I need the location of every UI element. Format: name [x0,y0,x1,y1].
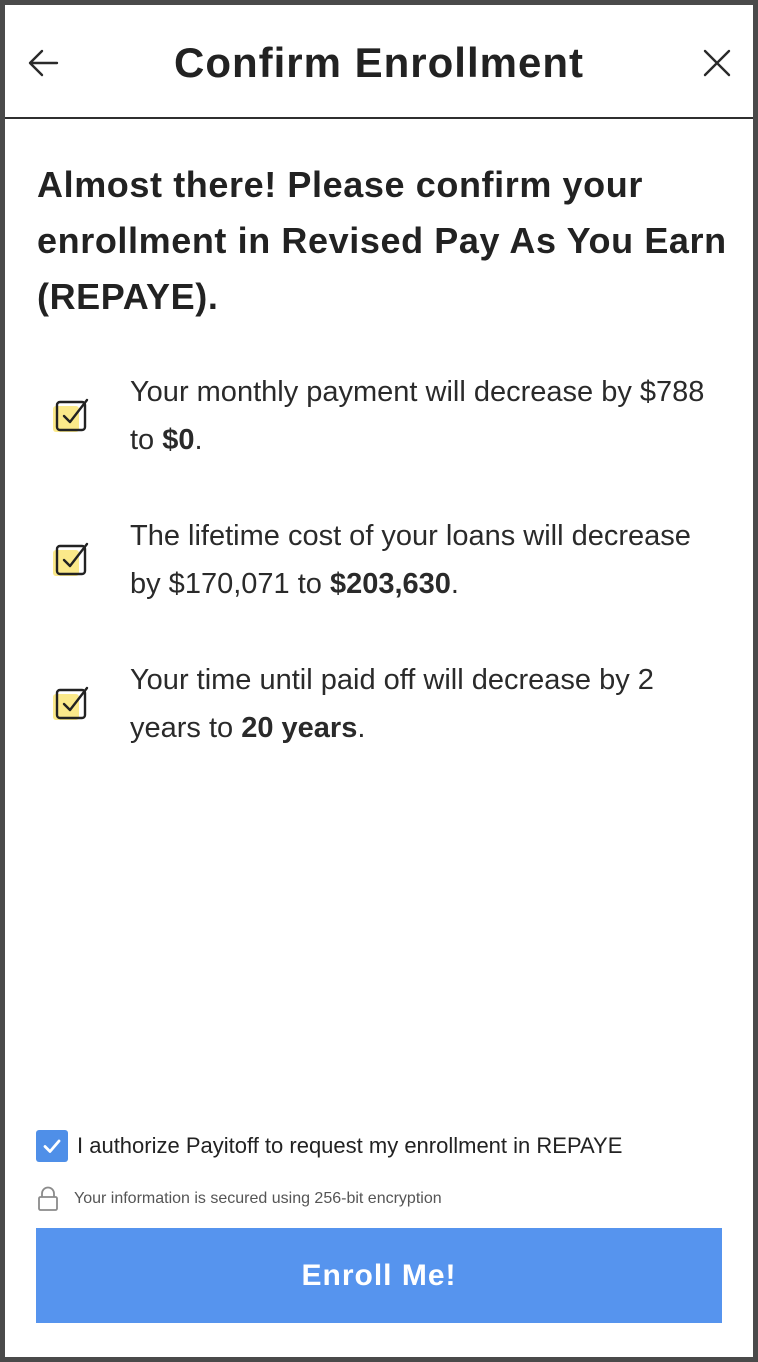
checkmark-icon [43,1139,61,1153]
benefit-value: $0 [162,424,195,456]
security-notice: Your information is secured using 256-bi… [37,1185,442,1213]
benefit-text: Your time until paid off will decrease b… [130,656,710,752]
close-icon [703,49,731,77]
benefit-value: 20 years [241,712,358,744]
benefit-value: $203,630 [329,568,451,600]
benefit-suffix: . [194,424,203,456]
modal-header: Confirm Enrollment [5,5,753,119]
checklist-check-icon [53,398,89,432]
benefit-description: Your time until paid off will decrease b… [130,664,654,744]
benefit-text: The lifetime cost of your loans will dec… [130,512,710,608]
close-button[interactable] [695,41,739,85]
checklist-check-icon [53,542,89,576]
authorization-label[interactable]: I authorize Payitoff to request my enrol… [77,1133,622,1159]
benefit-text: Your monthly payment will decrease by $7… [130,368,710,464]
authorization-row: I authorize Payitoff to request my enrol… [36,1129,622,1163]
enroll-button[interactable]: Enroll Me! [36,1228,722,1323]
enrollment-modal: Confirm Enrollment Almost there! Please … [5,5,753,1357]
security-text: Your information is secured using 256-bi… [74,1190,442,1207]
authorization-checkbox[interactable] [36,1130,68,1162]
benefit-description: Your monthly payment will decrease by $7… [130,376,705,456]
benefit-suffix: . [357,712,366,744]
modal-title: Confirm Enrollment [173,39,584,86]
benefit-suffix: . [450,568,459,600]
lock-icon [38,1186,58,1211]
confirmation-headline: Almost there! Please confirm your enroll… [37,164,727,317]
checklist-check-icon [53,686,89,720]
